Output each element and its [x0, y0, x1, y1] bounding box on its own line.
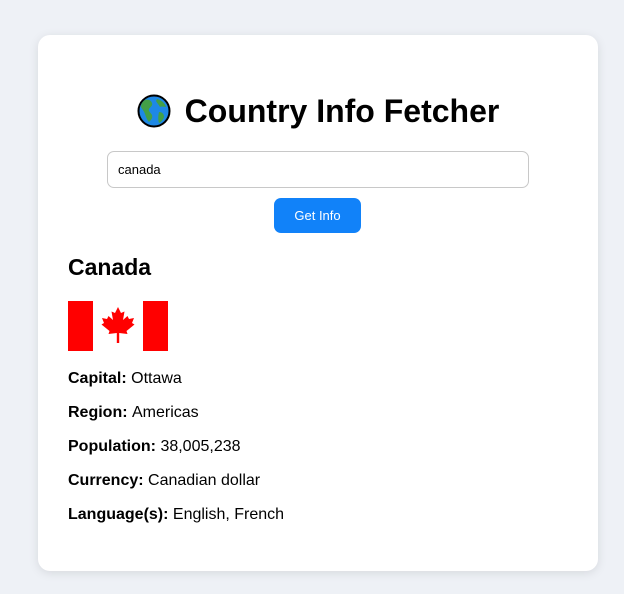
population-value: 38,005,238 — [160, 438, 241, 455]
region-label: Region: — [68, 404, 132, 421]
capital-row: Capital: Ottawa — [68, 369, 568, 403]
get-info-button[interactable]: Get Info — [274, 198, 361, 233]
country-details: Capital: Ottawa Region: Americas Populat… — [68, 369, 568, 539]
capital-value: Ottawa — [131, 370, 182, 387]
region-row: Region: Americas — [68, 403, 568, 437]
country-name: Canada — [68, 254, 152, 280]
population-label: Population: — [68, 438, 161, 455]
country-search-input[interactable] — [107, 151, 529, 188]
currency-value: Canadian dollar — [148, 472, 261, 489]
globe-americas-icon — [137, 94, 171, 128]
currency-label: Currency: — [68, 472, 149, 489]
languages-row: Language(s): English, French — [68, 505, 568, 539]
capital-label: Capital: — [68, 370, 132, 387]
region-value: Americas — [132, 404, 199, 421]
currency-row: Currency: Canadian dollar — [68, 471, 568, 505]
population-row: Population: 38,005,238 — [68, 437, 568, 471]
languages-label: Language(s): — [68, 506, 173, 523]
country-info-card: Country Info Fetcher Get Info Canada Cap… — [38, 35, 598, 571]
header: Country Info Fetcher — [38, 91, 598, 131]
languages-value: English, French — [172, 506, 285, 523]
canada-flag-image — [68, 301, 168, 351]
page-title: Country Info Fetcher — [184, 93, 500, 129]
